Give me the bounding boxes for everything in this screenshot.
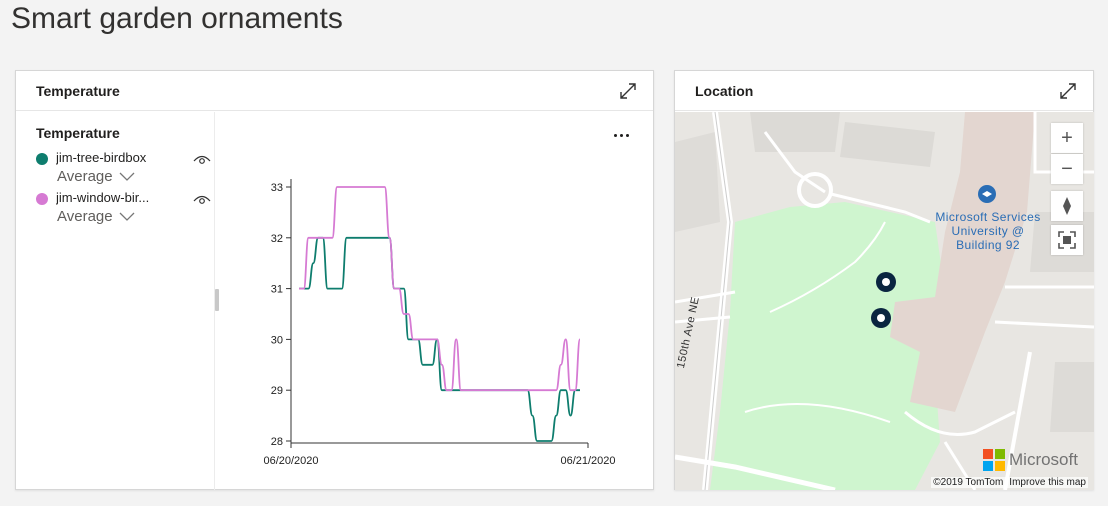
- improve-map-link[interactable]: Improve this map: [1009, 477, 1086, 488]
- temperature-tile-header: Temperature: [16, 71, 653, 111]
- aggregation-value: Average: [57, 168, 113, 185]
- map[interactable]: Microsoft Services University @ Building…: [675, 112, 1094, 490]
- aggregation-value: Average: [57, 208, 113, 225]
- microsoft-wordmark: Microsoft: [1009, 450, 1078, 469]
- map-canvas: [675, 112, 1094, 490]
- fullscreen-icon: [1058, 231, 1076, 249]
- location-tile-header: Location: [675, 71, 1093, 111]
- temperature-line-chart: 28 29 30 31 32 33 06/20/2020 06/21/2020: [263, 179, 616, 467]
- more-options-icon[interactable]: [610, 128, 632, 142]
- copyright-text: ©2019 TomTom: [933, 477, 1004, 488]
- compass-button[interactable]: [1051, 191, 1083, 221]
- legend-title: Temperature: [36, 125, 120, 141]
- eye-icon[interactable]: [193, 193, 211, 205]
- legend-item-window-birdbox[interactable]: jim-window-bir... Average: [36, 189, 214, 229]
- location-tile: Location Microsoft Services University @…: [674, 70, 1094, 490]
- legend-item-tree-birdbox[interactable]: jim-tree-birdbox Average: [36, 149, 214, 189]
- zoom-out-button[interactable]: −: [1051, 154, 1083, 184]
- microsoft-logo-icon: [983, 449, 1005, 471]
- zoom-in-button[interactable]: +: [1051, 123, 1083, 153]
- aggregation-dropdown[interactable]: Average: [57, 208, 135, 225]
- y-tick-label: 33: [271, 182, 283, 194]
- chart-legend: Temperature jim-tree-birdbox Average jim…: [16, 112, 215, 490]
- eye-icon[interactable]: [193, 153, 211, 165]
- series-color-dot: [36, 193, 48, 205]
- chart-area: 28 29 30 31 32 33 06/20/2020 06/21/2020: [216, 112, 654, 490]
- legend-series-name: jim-tree-birdbox: [56, 150, 147, 165]
- legend-series-name: jim-window-bir...: [56, 190, 150, 205]
- compass-icon: [1063, 197, 1071, 215]
- expand-icon[interactable]: [619, 82, 637, 100]
- microsoft-logo: Microsoft: [983, 449, 1078, 471]
- fullscreen-button[interactable]: [1051, 225, 1083, 255]
- chevron-down-icon: [119, 172, 135, 181]
- x-tick-label: 06/21/2020: [560, 455, 615, 467]
- map-attribution: ©2019 TomTom Improve this map: [931, 477, 1088, 488]
- y-tick-label: 30: [271, 334, 283, 346]
- y-tick-label: 29: [271, 385, 283, 397]
- poi-label[interactable]: Microsoft Services University @ Building…: [925, 210, 1051, 252]
- temperature-tile: Temperature Temperature jim-tree-birdbox…: [15, 70, 654, 490]
- chevron-down-icon: [119, 212, 135, 221]
- expand-icon[interactable]: [1059, 82, 1077, 100]
- page-title: Smart garden ornaments: [11, 2, 343, 35]
- y-tick-label: 31: [271, 284, 283, 296]
- series-line-jim-tree-birdbox: [298, 236, 580, 442]
- series-color-dot: [36, 153, 48, 165]
- location-tile-title: Location: [695, 82, 754, 99]
- y-tick-label: 32: [271, 233, 283, 245]
- x-tick-label: 06/20/2020: [263, 455, 318, 467]
- temperature-tile-title: Temperature: [36, 82, 120, 99]
- aggregation-dropdown[interactable]: Average: [57, 168, 135, 185]
- y-tick-label: 28: [271, 436, 283, 448]
